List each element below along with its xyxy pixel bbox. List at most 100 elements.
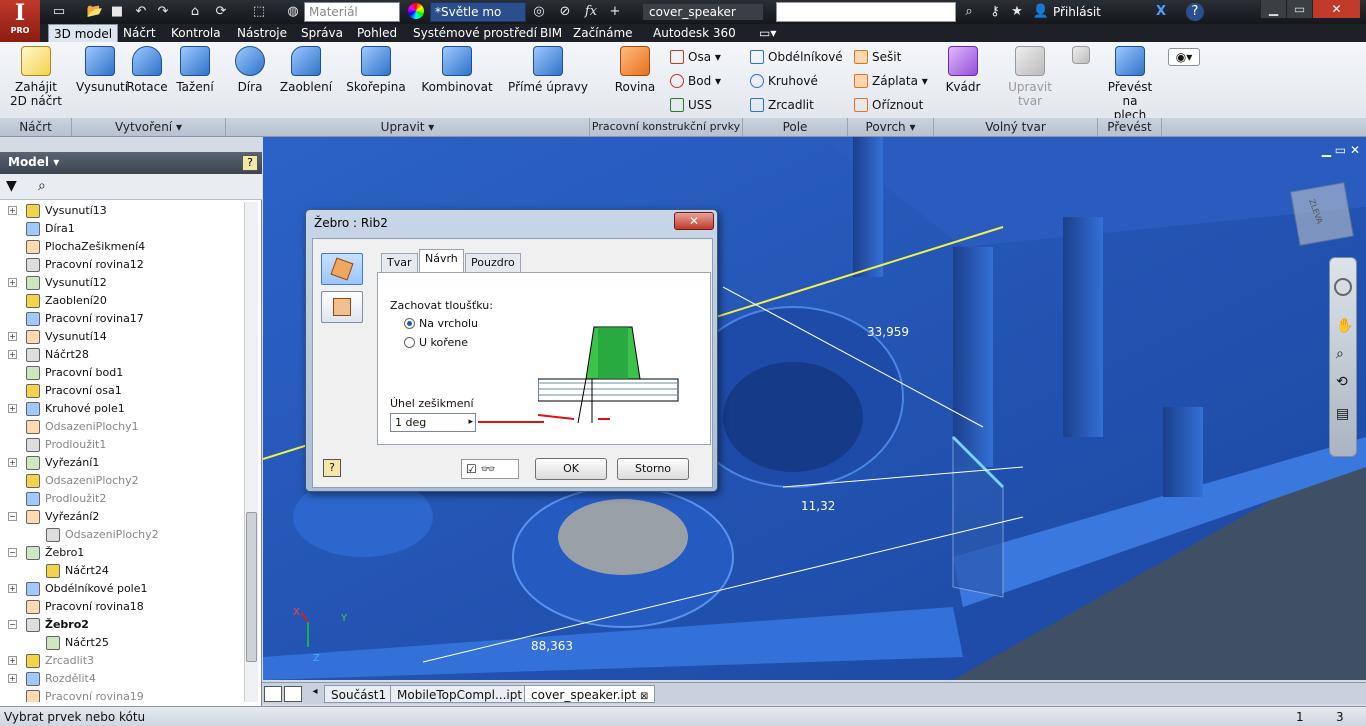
maximize-button[interactable]: ▭ xyxy=(1286,0,1312,18)
at-root-radio[interactable]: U kořene xyxy=(404,336,468,349)
expand-toggle-icon[interactable]: − xyxy=(8,620,17,629)
pan-icon[interactable]: ✋ xyxy=(1336,318,1353,334)
shell-button[interactable]: Skořepina xyxy=(346,46,406,94)
tab-bim[interactable]: BIM xyxy=(535,24,567,42)
expand-toggle-icon[interactable]: + xyxy=(8,458,17,467)
tree-item[interactable]: + Vysunutí13 xyxy=(0,202,244,220)
combine-button[interactable]: Kombinovat xyxy=(420,46,494,94)
dimension-label-3[interactable]: 88,363 xyxy=(531,639,573,653)
group-modify-title[interactable]: Upravit ▾ xyxy=(226,118,590,136)
tab-manage[interactable]: Správa xyxy=(296,24,348,42)
tree-item[interactable]: − Žebro2 xyxy=(0,616,244,634)
tab-get-started[interactable]: Začínáme xyxy=(568,24,638,42)
star-icon[interactable]: ★ xyxy=(1008,3,1026,21)
freeform-extra-button[interactable] xyxy=(1070,46,1092,68)
edit-form-button[interactable]: Upravit tvar xyxy=(1002,46,1058,108)
tree-item[interactable]: + Rozdělit4 xyxy=(0,670,244,688)
tree-item[interactable]: Pracovní bod1 xyxy=(0,364,244,382)
expand-toggle-icon[interactable]: − xyxy=(8,512,17,521)
tree-item[interactable]: Pracovní rovina19 xyxy=(0,688,244,702)
material-combo[interactable]: Materiál xyxy=(304,2,400,22)
tree-item[interactable]: OdsazeniPlochy2 xyxy=(0,472,244,490)
direct-edit-button[interactable]: Přímé úpravy xyxy=(508,46,588,94)
appearance-icon[interactable]: ◍ xyxy=(284,3,302,21)
color-icon[interactable] xyxy=(408,3,424,19)
plus-icon[interactable]: + xyxy=(606,3,624,21)
fillet-button[interactable]: Zaoblení xyxy=(278,46,334,94)
tree-item[interactable]: OdsazeniPlochy2 xyxy=(0,526,244,544)
tree-item[interactable]: − Vyřezání2 xyxy=(0,508,244,526)
hole-button[interactable]: Díra xyxy=(230,46,270,94)
dialog-tab-draft[interactable]: Návrh xyxy=(419,249,464,273)
tab-menu-icon[interactable]: ◂ xyxy=(306,686,324,702)
tree-item[interactable]: + Kruhové pole1 xyxy=(0,400,244,418)
close-button[interactable]: ✕ xyxy=(1312,0,1360,18)
tree-item[interactable]: + Vysunutí14 xyxy=(0,328,244,346)
minimize-button[interactable]: ▁ xyxy=(1260,0,1286,18)
tree-item[interactable]: OdsazeniPlochy1 xyxy=(0,418,244,436)
tree-item[interactable]: Pracovní osa1 xyxy=(0,382,244,400)
select-icon[interactable]: ⬚ xyxy=(250,3,268,21)
user-icon[interactable]: 👤 xyxy=(1032,3,1050,21)
start-sketch-button[interactable]: Zahájit 2D náčrt xyxy=(8,46,64,108)
undo-icon[interactable]: ↶ xyxy=(132,3,150,21)
binoculars-icon[interactable]: ⌕ xyxy=(960,3,978,21)
group-create-title[interactable]: Vytvoření ▾ xyxy=(72,118,226,136)
preview-toggle[interactable]: ☑ 👓 xyxy=(461,459,519,479)
tree-item[interactable]: + Obdélníkové pole1 xyxy=(0,580,244,598)
help-icon[interactable]: ? xyxy=(1186,3,1204,21)
expand-toggle-icon[interactable]: + xyxy=(8,332,17,341)
ribbon-options-button[interactable]: ◉▾ xyxy=(1168,48,1200,66)
tree-item[interactable]: Prodloužit2 xyxy=(0,490,244,508)
tree-item[interactable]: Díra1 xyxy=(0,220,244,238)
tree-item[interactable]: − Žebro1 xyxy=(0,544,244,562)
dimension-label-1[interactable]: 33,959 xyxy=(867,325,909,339)
tab-options-icon[interactable]: ▭▾ xyxy=(754,24,781,42)
dialog-tab-shape[interactable]: Tvar xyxy=(381,253,418,273)
tab-autodesk-360[interactable]: Autodesk 360 xyxy=(648,24,741,42)
tree-item[interactable]: + Náčrt28 xyxy=(0,346,244,364)
doc-tab-soucast1[interactable]: Součást1 xyxy=(324,685,394,703)
expand-toggle-icon[interactable]: + xyxy=(8,206,17,215)
dimension-label-2[interactable]: 11,32 xyxy=(801,499,835,513)
update-icon[interactable]: ⟳ xyxy=(212,3,230,21)
axis-button[interactable]: Osa ▾ xyxy=(670,46,721,68)
find-icon[interactable]: ⌕ xyxy=(38,178,46,194)
sweep-button[interactable]: Tažení xyxy=(172,46,218,94)
zoom-icon[interactable]: ⌕ xyxy=(1336,346,1344,362)
fx-icon[interactable]: fx xyxy=(582,3,600,21)
doc-tab-close-icon[interactable]: ⊠ xyxy=(640,691,648,702)
tree-item[interactable]: Náčrt24 xyxy=(0,562,244,580)
group-surface-title[interactable]: Povrch ▾ xyxy=(848,118,934,136)
draft-angle-input[interactable]: 1 deg ▸ xyxy=(390,413,476,432)
convert-sheetmetal-button[interactable]: Převést na plech xyxy=(1100,46,1160,122)
ucs-button[interactable]: USS xyxy=(670,94,712,116)
trim-button[interactable]: Oříznout xyxy=(854,94,923,116)
tree-item[interactable]: Prodloužit1 xyxy=(0,436,244,454)
signin-link[interactable]: Přihlásit xyxy=(1053,5,1101,19)
tree-item[interactable]: Náčrt25 xyxy=(0,634,244,652)
key-icon[interactable]: ⚷ xyxy=(986,3,1004,21)
expand-toggle-icon[interactable]: + xyxy=(8,278,17,287)
grid-icon[interactable] xyxy=(284,686,302,702)
search-input[interactable] xyxy=(776,2,956,22)
extrude-button[interactable]: Vysunutí xyxy=(76,46,128,94)
tab-environments[interactable]: Systémové prostředí xyxy=(408,24,542,42)
appearance-combo[interactable]: *Světle mo xyxy=(430,2,526,22)
home-icon[interactable]: ⌂ xyxy=(186,3,204,21)
box-button[interactable]: Kvádr xyxy=(940,46,986,94)
viewport-window-controls[interactable]: ▁ ▭ ✕ xyxy=(1322,143,1360,157)
stitch-button[interactable]: Sešit xyxy=(854,46,901,68)
app-logo[interactable]: I PRO xyxy=(0,0,40,42)
tree-item[interactable]: Pracovní rovina12 xyxy=(0,256,244,274)
dialog-help-button[interactable]: ? xyxy=(323,459,341,477)
rib-direction-button[interactable] xyxy=(321,291,363,323)
new-icon[interactable]: ▭ xyxy=(50,3,68,21)
adjust-icon[interactable]: ◎ xyxy=(530,3,548,21)
tab-tools[interactable]: Nástroje xyxy=(232,24,292,42)
doc-tab-cover-speaker[interactable]: cover_speaker.ipt ⊠ xyxy=(524,685,656,703)
exchange-icon[interactable]: X xyxy=(1152,3,1170,21)
expand-toggle-icon[interactable]: − xyxy=(8,548,17,557)
rect-pattern-button[interactable]: Obdélníkové xyxy=(750,46,843,68)
browser-scrollbar[interactable] xyxy=(244,202,258,702)
